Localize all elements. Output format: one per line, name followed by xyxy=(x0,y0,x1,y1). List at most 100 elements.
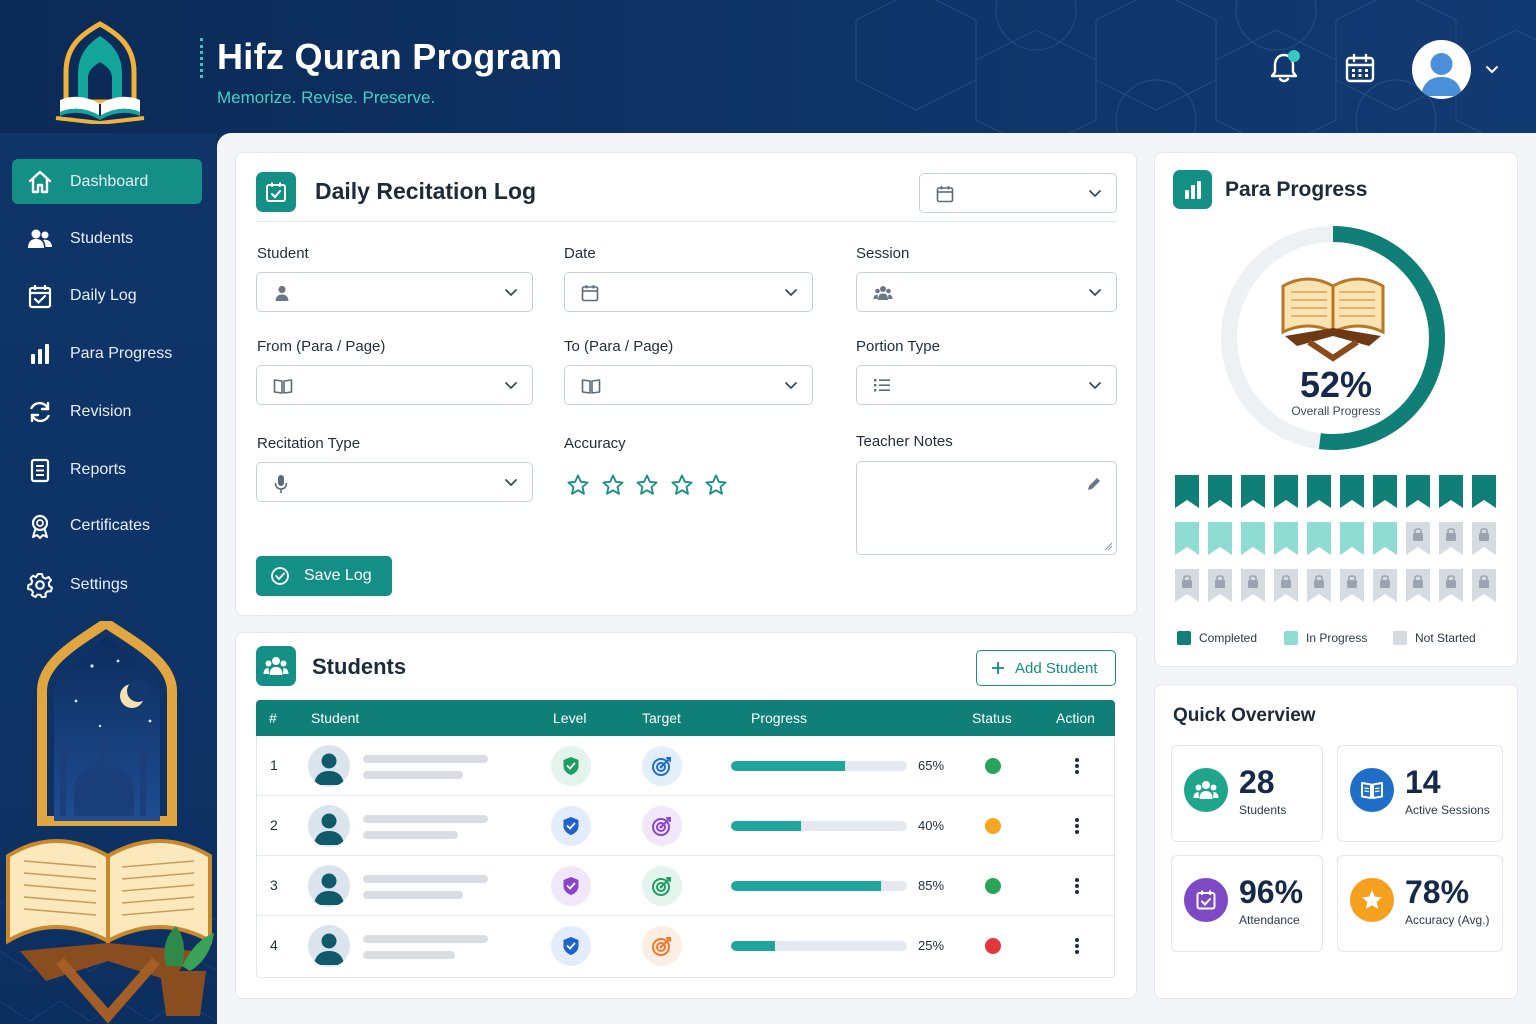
progress-fill xyxy=(731,761,846,771)
star-icon[interactable] xyxy=(704,473,728,497)
stat-accuracy[interactable]: 78% Accuracy (Avg.) xyxy=(1337,855,1503,952)
student-name-placeholder xyxy=(363,875,488,883)
target-icon xyxy=(652,757,671,776)
juz-marker[interactable] xyxy=(1274,569,1298,602)
table-row[interactable]: 2 40% xyxy=(257,796,1114,856)
juz-marker[interactable] xyxy=(1340,475,1364,508)
juz-marker[interactable] xyxy=(1307,522,1331,555)
table-row[interactable]: 4 25% xyxy=(257,916,1114,976)
calendar-icon xyxy=(936,186,954,203)
target-badge xyxy=(642,866,682,906)
chevron-down-icon[interactable] xyxy=(1484,62,1500,78)
star-icon[interactable] xyxy=(566,473,590,497)
juz-marker[interactable] xyxy=(1241,569,1265,602)
target-icon xyxy=(652,817,671,836)
juz-marker[interactable] xyxy=(1208,522,1232,555)
juz-marker[interactable] xyxy=(1472,475,1496,508)
juz-marker[interactable] xyxy=(1241,475,1265,508)
juz-marker[interactable] xyxy=(1373,522,1397,555)
juz-marker[interactable] xyxy=(1439,475,1463,508)
shield-check-icon xyxy=(563,877,579,895)
sidebar-item-label: Reports xyxy=(70,460,127,478)
from-select[interactable] xyxy=(256,365,533,405)
star-icon[interactable] xyxy=(670,473,694,497)
juz-marker[interactable] xyxy=(1274,522,1298,555)
calendar-check-icon xyxy=(256,172,296,212)
teacher-notes-input[interactable] xyxy=(856,461,1117,555)
chevron-down-icon xyxy=(505,382,517,390)
table-row[interactable]: 3 85% xyxy=(257,856,1114,916)
sidebar-item-revision[interactable]: Revision xyxy=(12,389,202,434)
to-select[interactable] xyxy=(564,365,813,405)
juz-marker[interactable] xyxy=(1307,475,1331,508)
portion-type-select[interactable] xyxy=(856,365,1117,405)
sidebar-item-reports[interactable]: Reports xyxy=(12,447,202,492)
chevron-down-icon xyxy=(1089,382,1101,390)
overview-title: Quick Overview xyxy=(1173,705,1316,726)
stat-students[interactable]: 28 Students xyxy=(1171,745,1323,842)
juz-marker[interactable] xyxy=(1406,475,1430,508)
sidebar-item-label: Daily Log xyxy=(70,286,137,304)
juz-marker[interactable] xyxy=(1472,569,1496,602)
sidebar-item-daily-log[interactable]: Daily Log xyxy=(12,273,202,318)
juz-marker[interactable] xyxy=(1406,522,1430,555)
juz-marker[interactable] xyxy=(1439,569,1463,602)
sidebar-item-para-progress[interactable]: Para Progress xyxy=(12,331,202,376)
recitation-type-select[interactable] xyxy=(256,462,533,502)
user-avatar[interactable] xyxy=(1412,40,1471,99)
juz-marker[interactable] xyxy=(1406,569,1430,602)
list-icon xyxy=(874,379,890,392)
progress-bar xyxy=(731,821,907,831)
row-actions-button[interactable] xyxy=(1065,814,1089,838)
juz-marker[interactable] xyxy=(1373,475,1397,508)
juz-marker[interactable] xyxy=(1472,522,1496,555)
juz-marker[interactable] xyxy=(1175,569,1199,602)
table-row[interactable]: 1 65% xyxy=(257,736,1114,796)
progress-bar xyxy=(731,941,907,951)
row-actions-button[interactable] xyxy=(1065,874,1089,898)
accuracy-rating[interactable] xyxy=(564,473,744,501)
star-icon[interactable] xyxy=(635,473,659,497)
juz-marker[interactable] xyxy=(1439,522,1463,555)
stat-label: Active Sessions xyxy=(1405,803,1490,817)
student-select[interactable] xyxy=(256,272,533,312)
juz-marker[interactable] xyxy=(1241,522,1265,555)
juz-marker[interactable] xyxy=(1208,475,1232,508)
juz-marker[interactable] xyxy=(1373,569,1397,602)
juz-marker[interactable] xyxy=(1340,522,1364,555)
calendar-check-icon xyxy=(1184,878,1228,922)
row-actions-button[interactable] xyxy=(1065,934,1089,958)
row-actions-button[interactable] xyxy=(1065,754,1089,778)
juz-marker[interactable] xyxy=(1340,569,1364,602)
sidebar-item-settings[interactable]: Settings xyxy=(12,562,202,607)
juz-marker[interactable] xyxy=(1307,569,1331,602)
juz-marker[interactable] xyxy=(1274,475,1298,508)
calendar-button[interactable] xyxy=(1342,50,1378,86)
log-date-picker[interactable] xyxy=(919,173,1117,213)
row-number: 2 xyxy=(270,817,278,833)
resize-handle-icon[interactable] xyxy=(1103,541,1113,551)
student-detail-placeholder xyxy=(363,891,463,899)
student-name-placeholder xyxy=(363,935,488,943)
date-select[interactable] xyxy=(564,272,813,312)
sidebar-item-students[interactable]: Students xyxy=(12,216,202,261)
star-icon[interactable] xyxy=(601,473,625,497)
save-log-button[interactable]: Save Log xyxy=(256,556,392,596)
app-header: Hifz Quran Program Memorize. Revise. Pre… xyxy=(0,0,1536,133)
add-student-button[interactable]: Add Student xyxy=(976,650,1116,686)
stat-attendance[interactable]: 96% Attendance xyxy=(1171,855,1323,952)
user-icon xyxy=(1421,53,1462,96)
juz-marker[interactable] xyxy=(1208,569,1232,602)
juz-marker[interactable] xyxy=(1175,475,1199,508)
student-detail-placeholder xyxy=(363,951,455,959)
shield-check-icon xyxy=(563,937,579,955)
overall-progress-caption: Overall Progress xyxy=(1291,404,1381,418)
sidebar-item-certificates[interactable]: Certificates xyxy=(12,503,202,548)
award-icon xyxy=(27,513,53,539)
session-select[interactable] xyxy=(856,272,1117,312)
accuracy-label: Accuracy xyxy=(564,435,626,452)
juz-marker[interactable] xyxy=(1175,522,1199,555)
stat-active-sessions[interactable]: 14 Active Sessions xyxy=(1337,745,1503,842)
notifications-button[interactable] xyxy=(1266,50,1302,86)
sidebar-item-dashboard[interactable]: Dashboard xyxy=(12,159,202,204)
